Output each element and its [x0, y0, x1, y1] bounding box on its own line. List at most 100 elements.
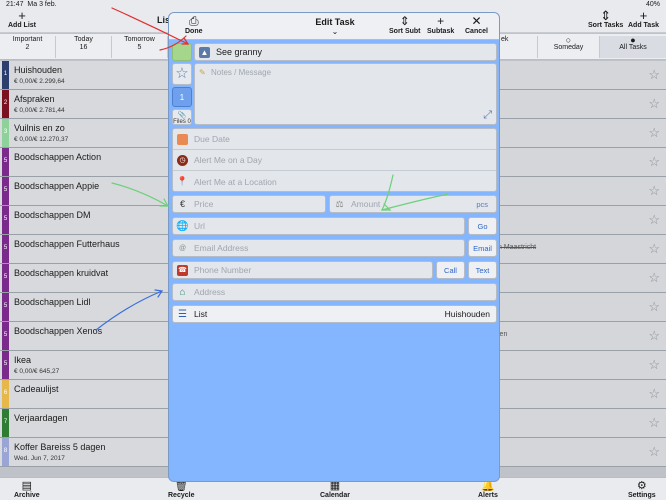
files-button[interactable]: 📎 Files 0 — [172, 109, 192, 125]
star-icon[interactable]: ☆ — [648, 386, 660, 402]
task-row[interactable]: ☆ — [498, 438, 666, 467]
task-row[interactable]: ☆ — [498, 148, 666, 177]
list-item[interactable]: 5 Boodschappen DM — [0, 206, 168, 235]
tab-important[interactable]: Important 2 — [0, 36, 56, 58]
gear-icon: ⚙ — [636, 480, 647, 492]
task-row[interactable]: ☆ — [498, 61, 666, 90]
list-item[interactable]: 1 Huishouden € 0,00/€ 2.299,64 — [0, 61, 168, 90]
list-item[interactable]: 5 Boodschappen Lidl — [0, 293, 168, 322]
list-item[interactable]: 7 Verjaardagen — [0, 409, 168, 438]
tab-tomorrow[interactable]: Tomorrow 5 — [112, 36, 168, 58]
go-button[interactable]: Go — [468, 217, 497, 235]
list-item[interactable]: 5 Boodschappen Futterhaus — [0, 235, 168, 264]
task-row[interactable]: ☆ — [498, 206, 666, 235]
list-color-bar: 6 — [2, 380, 9, 408]
calendar-button[interactable]: ▦ Calendar — [320, 480, 350, 499]
list-selector[interactable]: ☰ List Huishouden — [172, 305, 497, 323]
star-icon[interactable]: ☆ — [648, 241, 660, 257]
star-icon[interactable]: ☆ — [648, 299, 660, 315]
alerts-button[interactable]: 🔔 Alerts — [478, 480, 498, 499]
star-icon[interactable]: ☆ — [648, 270, 660, 286]
priority-button[interactable]: 1 — [172, 87, 192, 107]
tab-someday[interactable]: ○ Someday — [538, 36, 600, 58]
expand-icon[interactable]: ⤢ — [483, 109, 492, 122]
star-icon[interactable]: ☆ — [648, 328, 660, 344]
task-row[interactable]: ☆ — [498, 264, 666, 293]
star-icon[interactable]: ☆ — [648, 444, 660, 460]
star-icon[interactable]: ☆ — [648, 212, 660, 228]
star-icon[interactable]: ☆ — [648, 415, 660, 431]
tasks-panel: ☆ ☆ ☆ ☆ ☆ ☆ n Maastricht ☆ ☆ ☆ len ☆ ☆ ☆ ☆… — [498, 61, 666, 477]
list-item[interactable]: 8 Koffer Bareiss 5 dagen Wed. Jun 7, 2017 — [0, 438, 168, 467]
amount-input[interactable]: ⚖ Amount pcs — [329, 195, 497, 213]
add-task-button[interactable]: + Add Task — [628, 9, 659, 29]
email-button[interactable]: Email — [468, 239, 497, 257]
star-icon[interactable]: ☆ — [648, 357, 660, 373]
star-icon[interactable]: ☆ — [648, 154, 660, 170]
task-title-input[interactable]: ▲ See granny — [194, 43, 497, 61]
lists-panel: 1 Huishouden € 0,00/€ 2.299,64 2 Afspraken €… — [0, 61, 168, 477]
date-alert-group: Due Date ◷ Alert Me on a Day 📍 Alert Me at… — [172, 128, 497, 192]
recycle-button[interactable]: 🗑 Recycle — [168, 480, 194, 499]
list-item[interactable]: 5 Ikea € 0,00/€ 645,27 — [0, 351, 168, 380]
text-button[interactable]: Text — [468, 261, 497, 279]
task-row[interactable]: ☆ — [498, 90, 666, 119]
star-icon[interactable]: ☆ — [648, 67, 660, 83]
list-item[interactable]: 5 Boodschappen Appie — [0, 177, 168, 206]
tab-week[interactable]: ek — [498, 36, 538, 58]
tab-today[interactable]: Today 16 — [56, 36, 112, 58]
alert-location-row[interactable]: 📍 Alert Me at a Location — [173, 171, 496, 192]
archive-button[interactable]: ▤ Archive — [14, 480, 40, 499]
star-icon[interactable]: ☆ — [648, 183, 660, 199]
list-color-bar: 1 — [2, 61, 9, 89]
list-color-bar: 2 — [2, 90, 9, 118]
cancel-button[interactable]: ✕ Cancel — [465, 15, 488, 36]
list-item[interactable]: 2 Afspraken € 0,00/€ 2.781,44 — [0, 90, 168, 119]
task-row[interactable]: ☆ — [498, 351, 666, 380]
chevron-down-icon[interactable]: ⌄ — [269, 27, 401, 36]
task-row[interactable]: ☆ — [498, 293, 666, 322]
list-item[interactable]: 5 Boodschappen kruidvat — [0, 264, 168, 293]
list-item[interactable]: 5 Boodschappen Action — [0, 148, 168, 177]
done-icon: ⎙ — [188, 14, 199, 28]
notes-textarea[interactable]: ✎ Notes / Message ⤢ — [194, 63, 497, 125]
task-row[interactable]: ☆ — [498, 119, 666, 148]
complete-checkbox[interactable] — [172, 43, 192, 61]
task-row[interactable]: ☆ — [498, 177, 666, 206]
settings-button[interactable]: ⚙ Settings — [628, 480, 656, 499]
tab-all-tasks[interactable]: ● All Tasks — [600, 36, 666, 58]
task-row[interactable]: ☆ — [498, 380, 666, 409]
task-row[interactable]: n Maastricht ☆ — [498, 235, 666, 264]
phone-input[interactable]: ☎ Phone Number — [172, 261, 433, 279]
edit-task-modal: ⎙ Done Edit Task ⌄ ⇕ Sort Subt + Subtask ✕ Ca… — [168, 12, 500, 482]
unit-label[interactable]: pcs — [476, 200, 488, 209]
add-list-button[interactable]: + Add List — [8, 9, 36, 29]
star-icon[interactable]: ☆ — [648, 125, 660, 141]
calendar-icon — [177, 133, 188, 145]
due-date-row[interactable]: Due Date — [173, 129, 496, 150]
list-icon: ☰ — [178, 308, 187, 320]
task-row[interactable]: ☆ — [498, 409, 666, 438]
call-button[interactable]: Call — [436, 261, 465, 279]
sort-subtasks-button[interactable]: ⇕ Sort Subt — [389, 15, 421, 36]
price-input[interactable]: € Price — [172, 195, 326, 213]
pencil-icon: ✎ — [199, 68, 206, 77]
url-input[interactable]: 🌐 Url — [172, 217, 465, 235]
email-input[interactable]: @ Email Address — [172, 239, 465, 257]
alert-day-row[interactable]: ◷ Alert Me on a Day — [173, 150, 496, 171]
status-date: Ma 3 feb. — [27, 1, 57, 8]
sort-tasks-button[interactable]: ⇕ Sort Tasks — [588, 9, 623, 29]
list-item[interactable]: 3 Vuilnis en zo € 0,00/€ 12.270,37 — [0, 119, 168, 148]
address-input[interactable]: ⌂ Address — [172, 283, 497, 301]
image-icon[interactable]: ▲ — [199, 46, 210, 58]
star-icon[interactable]: ☆ — [172, 63, 192, 85]
filled-circle-icon: ● — [630, 35, 636, 45]
done-button[interactable]: ⎙ Done — [185, 14, 203, 36]
clock-icon: ◷ — [177, 154, 188, 166]
list-item[interactable]: 6 Cadeaulijst — [0, 380, 168, 409]
list-item[interactable]: 5 Boodschappen Xenos — [0, 322, 168, 351]
task-row[interactable]: len ☆ — [498, 322, 666, 351]
scale-icon: ⚖ — [335, 198, 344, 209]
star-icon[interactable]: ☆ — [648, 96, 660, 112]
subtask-button[interactable]: + Subtask — [427, 15, 454, 36]
